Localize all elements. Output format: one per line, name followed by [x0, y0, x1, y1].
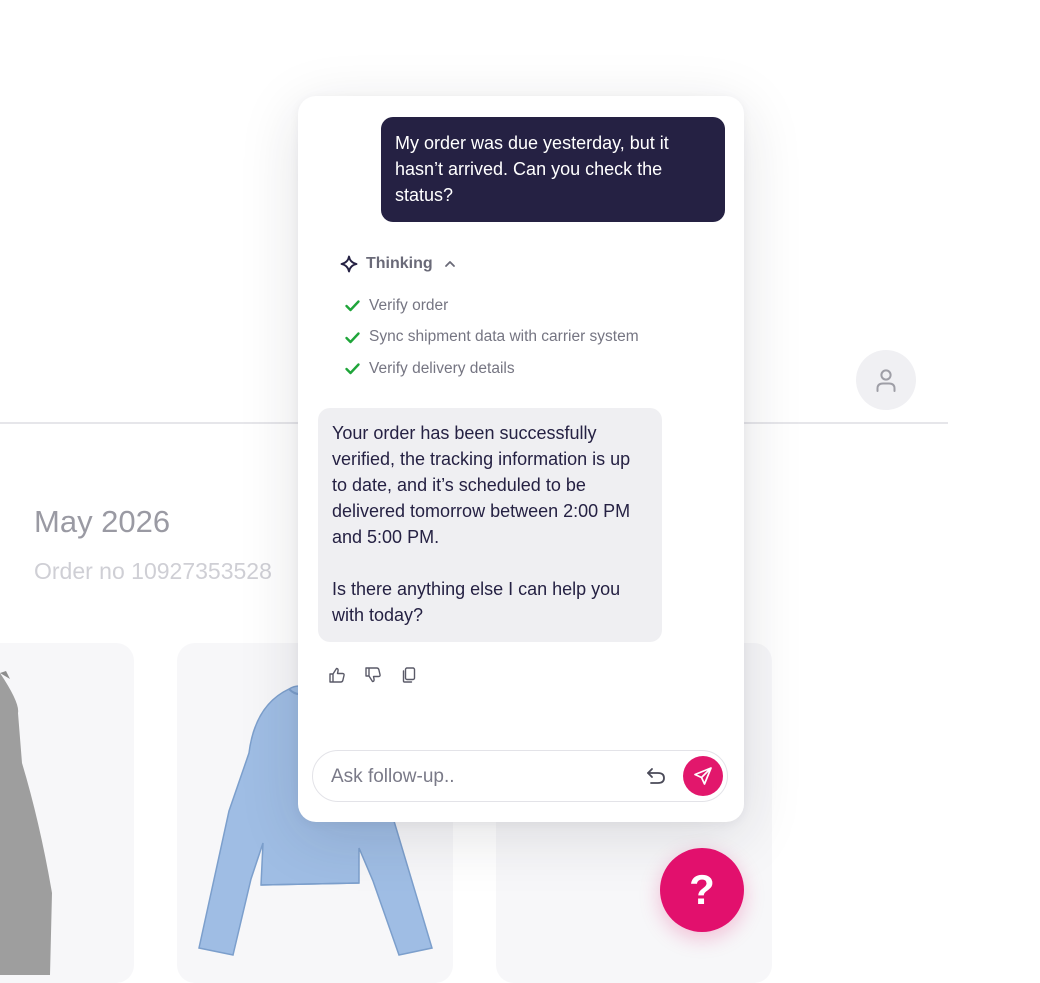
follow-up-input[interactable]: [329, 751, 633, 802]
send-icon: [694, 767, 712, 785]
copy-icon: [402, 667, 416, 683]
undo-button[interactable]: [643, 763, 669, 789]
thumbs-down-icon: [365, 667, 381, 683]
user-icon: [876, 369, 896, 392]
follow-up-input-bar: [312, 750, 728, 802]
thumbs-up-icon: [329, 667, 345, 683]
send-button[interactable]: [683, 756, 723, 796]
thinking-step: Verify delivery details: [344, 353, 639, 385]
checkmark-icon: [345, 332, 360, 343]
help-button[interactable]: ?: [660, 848, 744, 932]
order-month-title: May 2026: [34, 504, 171, 539]
order-number: Order no 10927353528: [34, 558, 272, 584]
thinking-step-label: Verify delivery details: [369, 359, 515, 377]
sparkle-icon: [340, 255, 358, 273]
copy-button[interactable]: [398, 664, 420, 686]
product-card[interactable]: [0, 643, 134, 983]
checkmark-icon: [345, 363, 360, 375]
thinking-toggle[interactable]: Thinking: [340, 255, 457, 273]
thinking-steps-list: Verify order Sync shipment data with car…: [344, 290, 639, 385]
thumbs-down-button[interactable]: [362, 664, 384, 686]
assistant-message-paragraph: Your order has been successfully verifie…: [332, 423, 631, 547]
thinking-step-label: Sync shipment data with carrier system: [369, 328, 639, 346]
assistant-message-bubble: Your order has been successfully verifie…: [318, 408, 662, 642]
thinking-step: Sync shipment data with carrier system: [344, 322, 639, 354]
checkmark-icon: [345, 300, 360, 312]
thinking-step-label: Verify order: [369, 296, 449, 314]
user-avatar[interactable]: [856, 350, 916, 410]
thinking-step: Verify order: [344, 290, 639, 322]
thumbs-up-button[interactable]: [326, 664, 348, 686]
chevron-up-icon: [444, 261, 455, 267]
user-message-bubble: My order was due yesterday, but it hasn’…: [381, 117, 725, 222]
message-feedback-actions: [326, 664, 420, 686]
assistant-message-paragraph: Is there anything else I can help you wi…: [332, 579, 621, 625]
support-chat-panel: My order was due yesterday, but it hasn’…: [298, 96, 744, 822]
thinking-label: Thinking: [366, 255, 433, 272]
tank-top-icon: [0, 671, 52, 975]
undo-icon: [647, 768, 665, 784]
